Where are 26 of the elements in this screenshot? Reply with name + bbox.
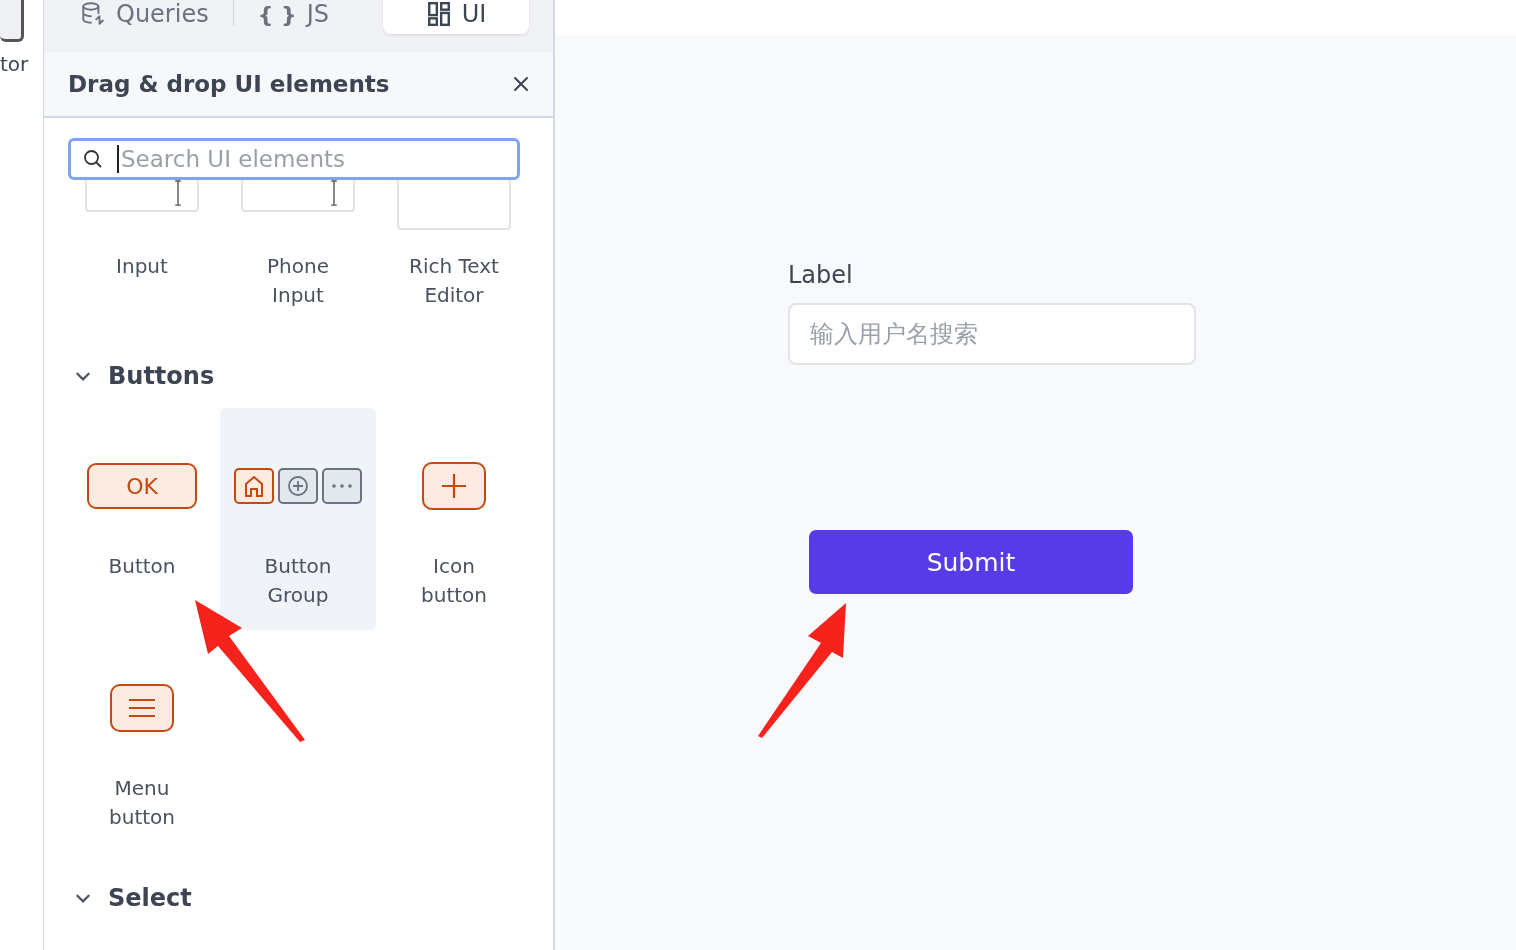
database-icon [80,1,106,27]
element-tile[interactable]: Button Group [220,408,376,630]
element-tile[interactable]: Input [64,180,220,330]
element-tile[interactable]: Rich Text Editor [376,180,532,330]
close-icon[interactable] [513,76,529,92]
element-tile[interactable]: Phone Input [220,180,376,330]
button-preview: OK [87,463,197,509]
grid-icon [425,1,452,27]
panel-title: Drag & drop UI elements [68,71,390,97]
input-field[interactable]: 输入用户名搜索 [788,303,1196,365]
tab[interactable]: Queries [72,0,217,34]
tab[interactable]: UI [382,0,529,34]
field-label: Label [788,261,853,289]
section-title[interactable]: Buttons [108,362,215,390]
menu-button-drawing [110,684,174,732]
submit-button[interactable]: Submit [809,530,1133,594]
element-tile[interactable]: OK Button [64,408,220,630]
app-icon[interactable] [0,0,24,42]
section-title[interactable]: Select [108,884,192,912]
rail-label: tor [0,52,29,76]
plus-button-drawing [422,462,486,510]
element-tile[interactable]: Icon button [376,408,532,630]
search-field[interactable]: Search UI elements [68,138,520,180]
element-tile[interactable]: Menu button [64,630,220,852]
search-icon [83,149,103,169]
tab[interactable]: { } JS [249,0,337,34]
